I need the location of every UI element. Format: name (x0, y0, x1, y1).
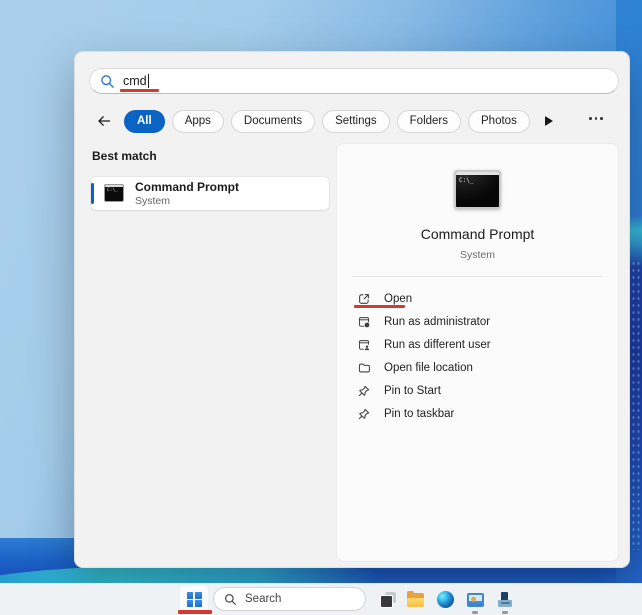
task-view-button[interactable] (374, 586, 402, 613)
search-query-text: cmd (123, 74, 147, 88)
search-filter-row: All Apps Documents Settings Folders Phot… (93, 109, 613, 133)
edge-browser-icon (437, 591, 454, 608)
action-open-file-location[interactable]: Open file location (337, 356, 618, 379)
action-pin-to-start[interactable]: Pin to Start (337, 379, 618, 402)
annotation-underline-search-term (120, 89, 159, 92)
search-icon (224, 593, 237, 606)
run-as-user-icon (357, 338, 371, 352)
search-input[interactable]: cmd (89, 68, 619, 94)
taskbar: Search (0, 583, 642, 615)
pin-icon (357, 384, 371, 398)
run-as-admin-icon (357, 315, 371, 329)
filter-tab-folders[interactable]: Folders (397, 110, 461, 133)
action-run-as-administrator[interactable]: Run as administrator (337, 310, 618, 333)
command-prompt-icon-large: C:\_ (454, 170, 501, 209)
selection-accent-bar (91, 183, 94, 204)
folder-icon (357, 361, 371, 375)
text-caret (148, 74, 149, 88)
result-subtitle: System (135, 195, 239, 207)
preview-pane: C:\_ Command Prompt System Open Run a (336, 143, 619, 562)
best-match-result-item[interactable]: C:\_ Command Prompt System (91, 177, 329, 210)
preview-app-title: Command Prompt (337, 226, 618, 242)
more-options-button[interactable] (589, 117, 603, 120)
annotation-underline-start-button (178, 610, 212, 614)
taskbar-search-placeholder: Search (245, 593, 281, 605)
filter-tab-photos[interactable]: Photos (468, 110, 530, 133)
annotation-underline-open-action (354, 305, 405, 308)
back-button[interactable] (93, 110, 115, 132)
start-button[interactable] (180, 586, 208, 613)
monitor-app-button[interactable] (461, 586, 489, 613)
preview-divider (352, 276, 603, 277)
task-view-icon (380, 592, 396, 608)
running-indicator (472, 611, 478, 614)
filter-tab-all[interactable]: All (124, 110, 165, 133)
back-arrow-icon (96, 113, 112, 129)
file-explorer-icon (407, 593, 424, 607)
server-app-button[interactable] (491, 586, 519, 613)
filter-tab-apps[interactable]: Apps (172, 110, 224, 133)
command-prompt-icon: C:\_ (104, 184, 124, 202)
search-icon (100, 74, 115, 89)
expand-more-icon[interactable] (545, 116, 553, 126)
pin-icon (357, 407, 371, 421)
action-pin-to-taskbar[interactable]: Pin to taskbar (337, 402, 618, 425)
search-flyout-panel: cmd All Apps Documents Settings Folders … (74, 51, 630, 568)
edge-browser-button[interactable] (431, 586, 459, 613)
running-indicator (502, 611, 508, 614)
action-run-as-different-user[interactable]: Run as different user (337, 333, 618, 356)
taskbar-search-box[interactable]: Search (213, 587, 366, 611)
windows-logo-icon (187, 592, 202, 607)
server-app-icon (497, 592, 513, 608)
best-match-section-label: Best match (92, 149, 157, 163)
filter-tab-settings[interactable]: Settings (322, 110, 390, 133)
file-explorer-button[interactable] (401, 586, 429, 613)
preview-app-subtitle: System (337, 249, 618, 261)
open-external-icon (357, 292, 371, 306)
filter-tab-documents[interactable]: Documents (231, 110, 315, 133)
result-title: Command Prompt (135, 181, 239, 194)
monitor-app-icon (467, 593, 484, 607)
